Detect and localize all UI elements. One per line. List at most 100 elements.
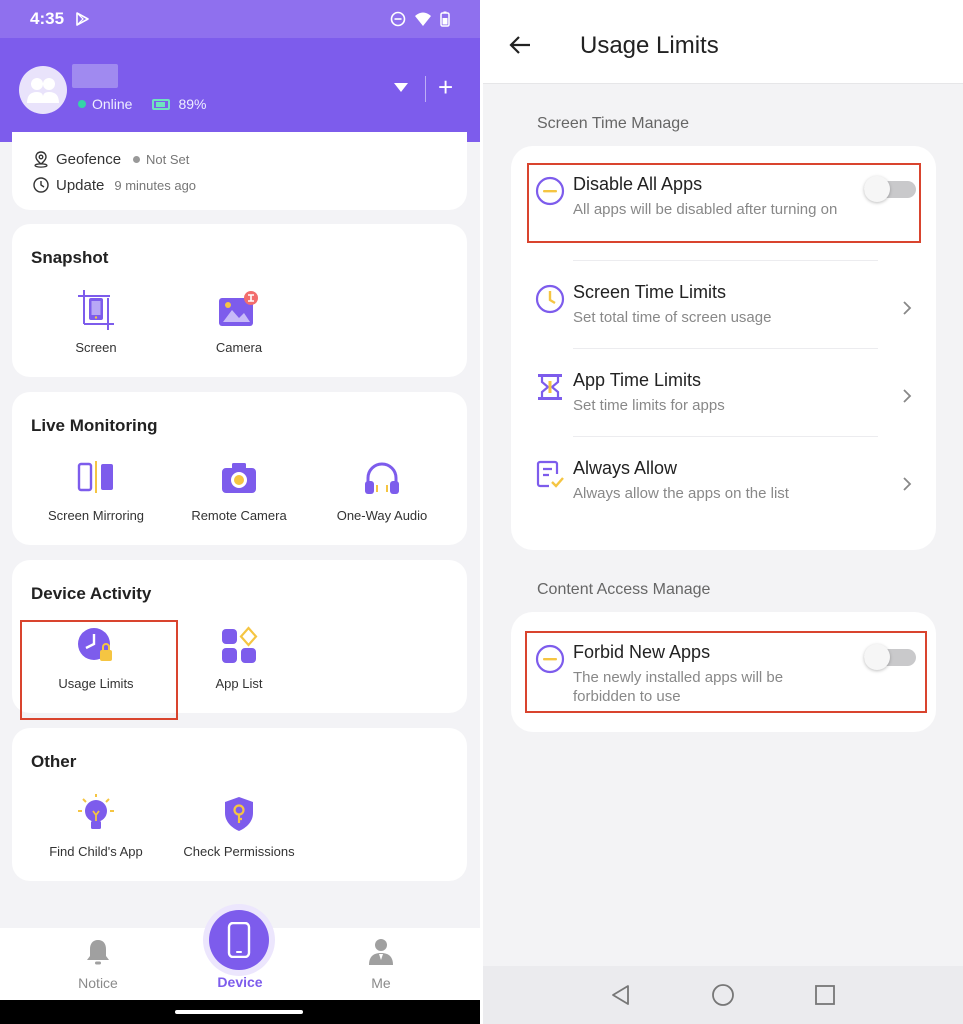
page-title: Usage Limits <box>580 32 719 59</box>
geofence-value: Not Set <box>146 151 190 167</box>
remote-camera-tile[interactable]: Remote Camera <box>169 456 309 523</box>
forbid-new-apps-highlight <box>525 631 927 713</box>
device-activity-title: Device Activity <box>31 584 152 603</box>
screen-label: Screen <box>75 340 117 355</box>
chevron-right-icon <box>903 301 912 315</box>
left-phone-screen: 4:35 Online 89% + Geofence Not Set Updat… <box>0 0 480 1024</box>
snapshot-title: Snapshot <box>31 248 109 267</box>
update-label: Update <box>56 176 105 194</box>
chevron-right-icon <box>903 389 912 403</box>
check-permissions-label: Check Permissions <box>183 844 295 859</box>
chevron-right-icon <box>903 477 912 491</box>
back-arrow-icon[interactable] <box>509 34 531 56</box>
screen-mirroring-icon <box>77 461 113 493</box>
camera-label: Camera <box>215 340 263 355</box>
one-way-audio-tile[interactable]: One-Way Audio <box>312 456 452 523</box>
battery-level: 89% <box>178 96 207 112</box>
screen-time-limits-subtitle: Set total time of screen usage <box>573 309 772 326</box>
one-way-audio-label: One-Way Audio <box>336 508 428 523</box>
find-childs-app-tile[interactable]: Find Child's App <box>26 792 166 859</box>
device-dropdown-icon[interactable] <box>394 83 408 92</box>
screen-time-limits-row[interactable]: Screen Time Limits Set total time of scr… <box>511 282 936 326</box>
app-list-icon <box>222 626 258 663</box>
online-dot-icon <box>78 100 86 108</box>
nav-notice[interactable]: Notice <box>53 938 143 991</box>
bell-icon <box>87 940 109 965</box>
disable-all-apps-highlight <box>527 163 921 243</box>
camera-photo-icon <box>219 291 258 326</box>
battery-status-icon <box>440 11 450 27</box>
status-bar: 4:35 <box>0 0 480 38</box>
update-row: Update 9 minutes ago <box>32 176 196 194</box>
group-avatar-icon <box>27 78 59 103</box>
status-time: 4:35 <box>30 9 65 28</box>
play-store-icon <box>76 12 89 26</box>
live-monitoring-card: Live Monitoring Screen Mirroring Remote … <box>12 392 467 545</box>
app-time-limits-title: App Time Limits <box>573 370 702 390</box>
always-allow-subtitle: Always allow the apps on the list <box>573 485 789 502</box>
battery-icon <box>152 98 171 110</box>
usage-limits-highlight <box>20 620 178 720</box>
always-allow-title: Always Allow <box>573 458 678 478</box>
nav-me-label: Me <box>371 975 391 991</box>
screen-mirroring-label: Screen Mirroring <box>47 508 145 523</box>
screen-time-limits-title: Screen Time Limits <box>573 282 727 302</box>
wifi-icon <box>415 12 431 26</box>
screen-time-section-label: Screen Time Manage <box>537 115 690 132</box>
snapshot-card: Snapshot Screen Camera <box>12 224 467 377</box>
clock-icon <box>33 177 49 193</box>
nav-device-label: Device <box>217 974 263 990</box>
online-status-row: Online 89% <box>78 96 207 112</box>
camera-snapshot-tile[interactable]: Camera <box>169 288 309 355</box>
geofence-label: Geofence <box>56 150 122 168</box>
device-header: Online 89% + <box>0 38 480 142</box>
add-device-button[interactable]: + <box>438 74 453 100</box>
find-childs-app-label: Find Child's App <box>49 844 143 859</box>
clock-icon <box>535 284 565 314</box>
nav-me[interactable]: Me <box>336 938 426 991</box>
lightbulb-icon <box>78 794 114 829</box>
live-monitoring-title: Live Monitoring <box>31 416 158 435</box>
always-allow-row[interactable]: Always Allow Always allow the apps on th… <box>511 458 936 522</box>
avatar[interactable] <box>19 66 67 114</box>
app-time-limits-subtitle: Set time limits for apps <box>573 397 725 414</box>
geofence-row[interactable]: Geofence Not Set <box>32 150 189 168</box>
app-list-label: App List <box>215 676 263 691</box>
home-circle-icon[interactable] <box>711 983 735 1007</box>
device-info-card: Geofence Not Set Update 9 minutes ago <box>12 132 467 210</box>
system-navigation-bar <box>483 966 963 1024</box>
row-divider <box>573 348 878 349</box>
shield-key-icon <box>225 797 253 831</box>
other-card: Other Find Child's App Check Permissions <box>12 728 467 881</box>
usage-limits-header: Usage Limits <box>483 0 963 84</box>
hourglass-icon <box>538 374 562 400</box>
nav-device-button[interactable] <box>209 910 269 970</box>
app-list-tile[interactable]: App List <box>169 624 309 691</box>
update-value: 9 minutes ago <box>114 177 197 193</box>
screen-snapshot-icon <box>78 290 114 330</box>
remote-camera-icon <box>222 463 256 493</box>
recents-square-icon[interactable] <box>813 983 837 1007</box>
screen-mirroring-tile[interactable]: Screen Mirroring <box>26 456 166 523</box>
blurred-child-name <box>72 64 118 88</box>
screen-snapshot-tile[interactable]: Screen <box>26 288 166 355</box>
header-separator <box>425 76 426 102</box>
geofence-icon <box>34 151 48 168</box>
nav-notice-label: Notice <box>78 975 118 991</box>
check-permissions-tile[interactable]: Check Permissions <box>169 792 309 859</box>
row-divider <box>573 436 878 437</box>
person-icon <box>369 939 393 965</box>
other-title: Other <box>31 752 77 771</box>
row-divider <box>573 260 878 261</box>
back-triangle-icon[interactable] <box>609 983 633 1007</box>
gesture-handle[interactable] <box>175 1010 303 1014</box>
remote-camera-label: Remote Camera <box>191 508 287 523</box>
app-time-limits-row[interactable]: App Time Limits Set time limits for apps <box>511 370 936 414</box>
online-status: Online <box>92 96 133 112</box>
smartphone-icon <box>227 922 251 958</box>
content-access-section-label: Content Access Manage <box>537 581 711 598</box>
geofence-status-dot <box>133 155 141 163</box>
right-phone-screen: Usage Limits Screen Time Manage Disable … <box>483 0 963 1024</box>
headphones-icon <box>365 462 399 494</box>
checklist-icon <box>536 460 564 488</box>
